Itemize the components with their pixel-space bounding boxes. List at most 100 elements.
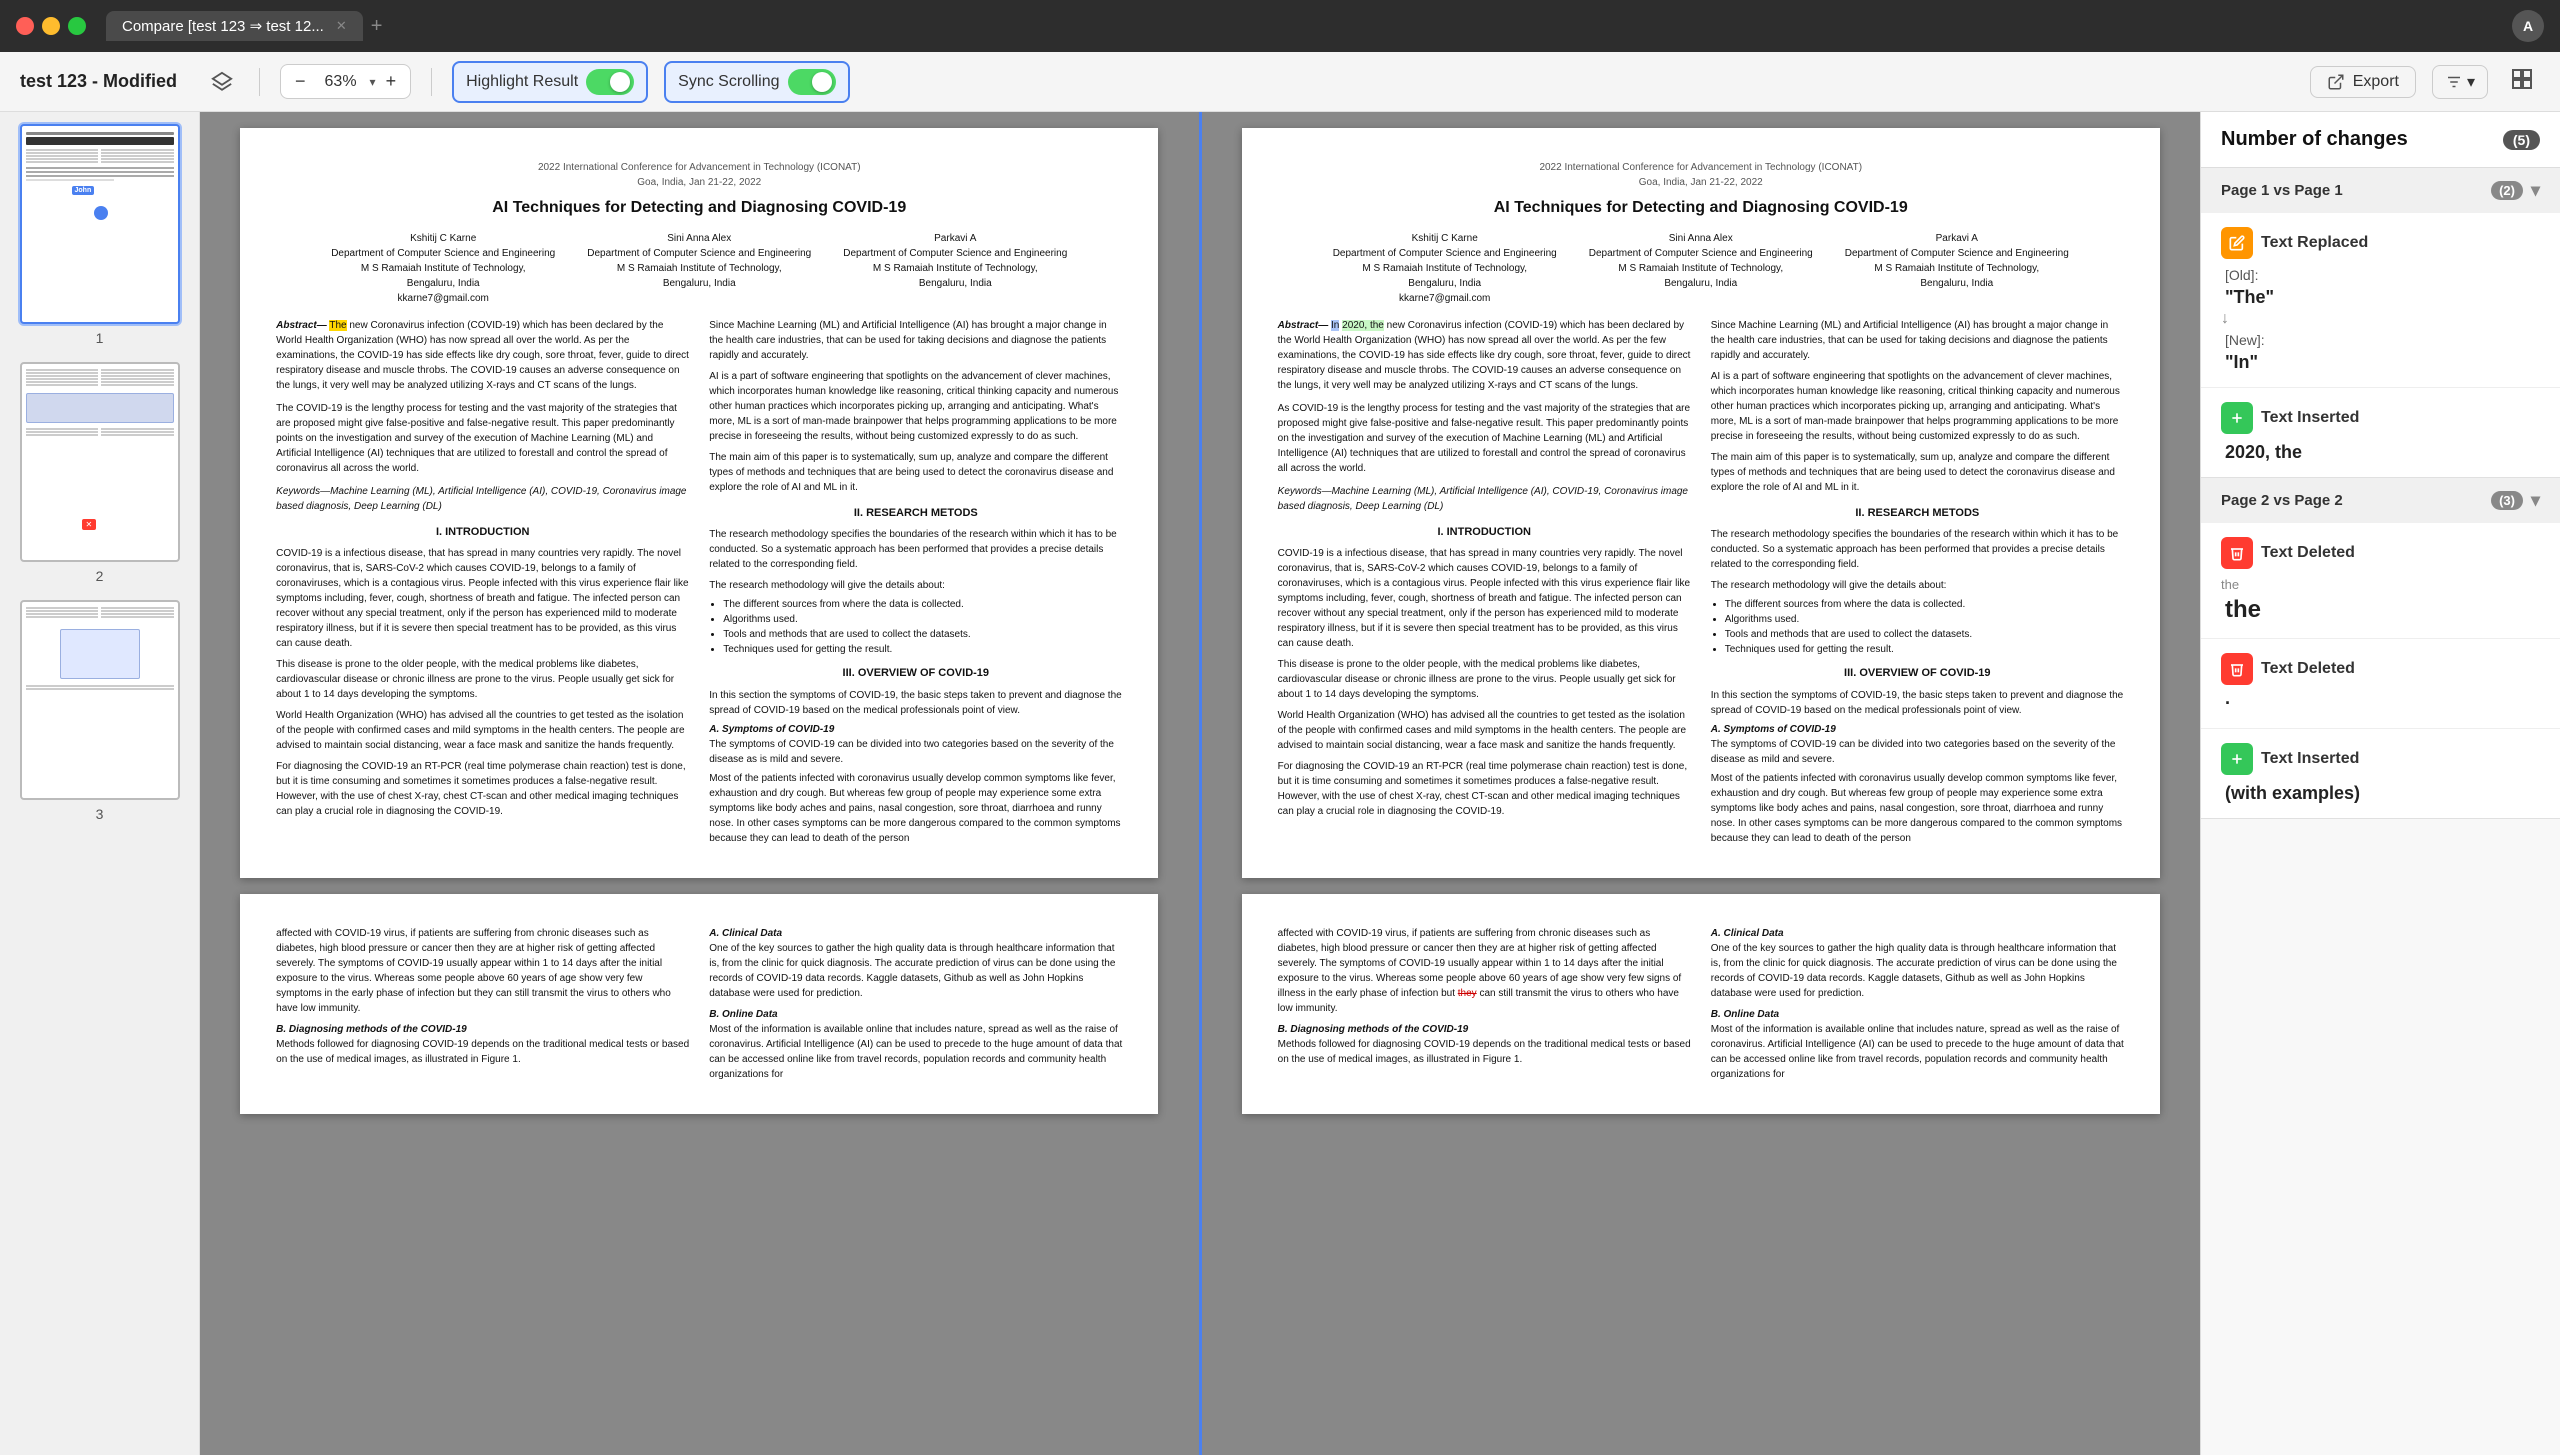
right-doc-inner: 2022 International Conference for Advanc…: [1202, 112, 2201, 1455]
tab-add-button[interactable]: +: [371, 15, 383, 38]
right-keywords: Keywords—Machine Learning (ML), Artifici…: [1278, 484, 1691, 514]
change-item-inserted-1: Text Inserted 2020, the: [2201, 388, 2560, 477]
left-doc-columns: Abstract— The new Coronavirus infection …: [276, 318, 1122, 846]
left-doc-inner: 2022 International Conference for Advanc…: [200, 112, 1199, 1455]
left-doc-page-1: 2022 International Conference for Advanc…: [240, 128, 1158, 878]
right-page2-col-1: affected with COVID-19 virus, if patient…: [1278, 926, 1691, 1082]
tab-bar: Compare [test 123 ⇒ test 12... ✕ +: [106, 11, 2512, 41]
replaced-old-label: [Old]:: [2221, 267, 2540, 283]
thumbnail-2-image: ✕: [20, 362, 180, 562]
change-type-deleted-2: Text Deleted: [2221, 653, 2540, 685]
left-col-1: Abstract— The new Coronavirus infection …: [276, 318, 689, 846]
left-author-3: Parkavi ADepartment of Computer Science …: [843, 231, 1067, 306]
export-button[interactable]: Export: [2310, 66, 2416, 98]
left-conference-text: 2022 International Conference for Advanc…: [276, 160, 1122, 190]
thumbnails-panel: John 1: [0, 112, 200, 1455]
replaced-new-label: [New]:: [2221, 332, 2540, 348]
right-doc-panel[interactable]: 2022 International Conference for Advanc…: [1202, 112, 2201, 1455]
left-doc-title: AI Techniques for Detecting and Diagnosi…: [276, 198, 1122, 219]
deleted-value-1: the: [2221, 596, 2540, 624]
change-item-inserted-2: Text Inserted (with examples): [2201, 729, 2560, 818]
left-page2-col-1: affected with COVID-19 virus, if patient…: [276, 926, 689, 1082]
inserted-icon-1: [2221, 402, 2253, 434]
left-doc-authors: Kshitij C KarneDepartment of Computer Sc…: [276, 231, 1122, 306]
left-page2-col-2: A. Clinical Data One of the key sources …: [709, 926, 1122, 1082]
export-label: Export: [2353, 73, 2399, 91]
left-doc-panel[interactable]: 2022 International Conference for Advanc…: [200, 112, 1202, 1455]
filter-button[interactable]: ▾: [2432, 65, 2488, 99]
sync-scrolling-label: Sync Scrolling: [678, 73, 779, 91]
replaced-old-value: "The": [2221, 287, 2540, 308]
change-group-page1-header[interactable]: Page 1 vs Page 1 (2) ▾: [2201, 168, 2560, 213]
inserted-label-1: Text Inserted: [2261, 409, 2359, 427]
changes-title: Number of changes: [2221, 128, 2408, 151]
avatar[interactable]: A: [2512, 10, 2544, 42]
change-item-replaced: Text Replaced [Old]: "The" ↓ [New]: "In": [2201, 213, 2560, 388]
right-col-2: Since Machine Learning (ML) and Artifici…: [1711, 318, 2124, 846]
change-group-page2: Page 2 vs Page 2 (3) ▾: [2201, 478, 2560, 819]
thumbnail-1-number: 1: [96, 330, 104, 346]
inserted-label-2: Text Inserted: [2261, 750, 2359, 768]
tab-close-icon[interactable]: ✕: [336, 18, 347, 34]
left-author-2: Sini Anna AlexDepartment of Computer Sci…: [587, 231, 811, 306]
sync-scrolling-group: Sync Scrolling: [664, 61, 849, 103]
zoom-controls: − 63% ▾ +: [280, 64, 411, 99]
change-type-replaced: Text Replaced: [2221, 227, 2540, 259]
chevron-down-icon-2: ▾: [2531, 490, 2540, 511]
deleted-icon-1: [2221, 537, 2253, 569]
deleted-label-1: Text Deleted: [2261, 544, 2355, 562]
highlight-result-group: Highlight Result: [452, 61, 648, 103]
close-button[interactable]: [16, 17, 34, 35]
layers-button[interactable]: [205, 65, 239, 99]
thumbnail-1[interactable]: John 1: [8, 124, 191, 346]
zoom-in-button[interactable]: +: [380, 69, 403, 94]
deleted-context-1: the: [2221, 577, 2540, 592]
tab-compare[interactable]: Compare [test 123 ⇒ test 12... ✕: [106, 11, 363, 41]
change-item-deleted-2: Text Deleted ·: [2201, 639, 2560, 729]
change-type-inserted-2: Text Inserted: [2221, 743, 2540, 775]
inserted-value-1: 2020, the: [2221, 442, 2540, 463]
right-author-2: Sini Anna AlexDepartment of Computer Sci…: [1589, 231, 1813, 306]
toolbar: test 123 - Modified − 63% ▾ + Highlight …: [0, 52, 2560, 112]
layout-button[interactable]: [2504, 61, 2540, 103]
deleted-icon-2: [2221, 653, 2253, 685]
right-author-1: Kshitij C KarneDepartment of Computer Sc…: [1333, 231, 1557, 306]
change-group-page2-count: (3): [2491, 491, 2523, 510]
zoom-out-button[interactable]: −: [289, 69, 312, 94]
right-doc-page2-columns: affected with COVID-19 virus, if patient…: [1278, 926, 2124, 1082]
replaced-new-value: "In": [2221, 352, 2540, 373]
replaced-arrow: ↓: [2221, 310, 2540, 328]
change-group-page1-label: Page 1 vs Page 1: [2221, 182, 2343, 199]
highlight-toggle[interactable]: [586, 69, 634, 95]
chevron-down-icon: ▾: [2531, 180, 2540, 201]
sync-toggle[interactable]: [788, 69, 836, 95]
zoom-dropdown-arrow[interactable]: ▾: [370, 75, 376, 89]
minimize-button[interactable]: [42, 17, 60, 35]
traffic-lights: [16, 17, 86, 35]
change-group-page2-header[interactable]: Page 2 vs Page 2 (3) ▾: [2201, 478, 2560, 523]
right-conference-text: 2022 International Conference for Advanc…: [1278, 160, 2124, 190]
right-section-intro: I. INTRODUCTION: [1278, 524, 1691, 541]
filter-arrow-icon: ▾: [2467, 72, 2475, 92]
deleted-label-2: Text Deleted: [2261, 660, 2355, 678]
thumbnail-3[interactable]: 3: [8, 600, 191, 822]
left-doc-page-2: affected with COVID-19 virus, if patient…: [240, 894, 1158, 1114]
right-author-3: Parkavi ADepartment of Computer Science …: [1845, 231, 2069, 306]
thumbnail-2[interactable]: ✕ 2: [8, 362, 191, 584]
titlebar: Compare [test 123 ⇒ test 12... ✕ + A: [0, 0, 2560, 52]
thumbnail-1-image: John: [20, 124, 180, 324]
main-layout: John 1: [0, 112, 2560, 1455]
maximize-button[interactable]: [68, 17, 86, 35]
doc-title: test 123 - Modified: [20, 71, 177, 92]
right-doc-title: AI Techniques for Detecting and Diagnosi…: [1278, 198, 2124, 219]
separator-2: [431, 68, 432, 96]
right-page2-col-2: A. Clinical Data One of the key sources …: [1711, 926, 2124, 1082]
highlight-result-label: Highlight Result: [466, 73, 578, 91]
inserted-icon-2: [2221, 743, 2253, 775]
tab-label: Compare [test 123 ⇒ test 12...: [122, 17, 324, 35]
deleted-value-2: ·: [2221, 693, 2540, 714]
thumbnail-3-number: 3: [96, 806, 104, 822]
replaced-icon: [2221, 227, 2253, 259]
left-author-1: Kshitij C KarneDepartment of Computer Sc…: [331, 231, 555, 306]
change-type-inserted-1: Text Inserted: [2221, 402, 2540, 434]
